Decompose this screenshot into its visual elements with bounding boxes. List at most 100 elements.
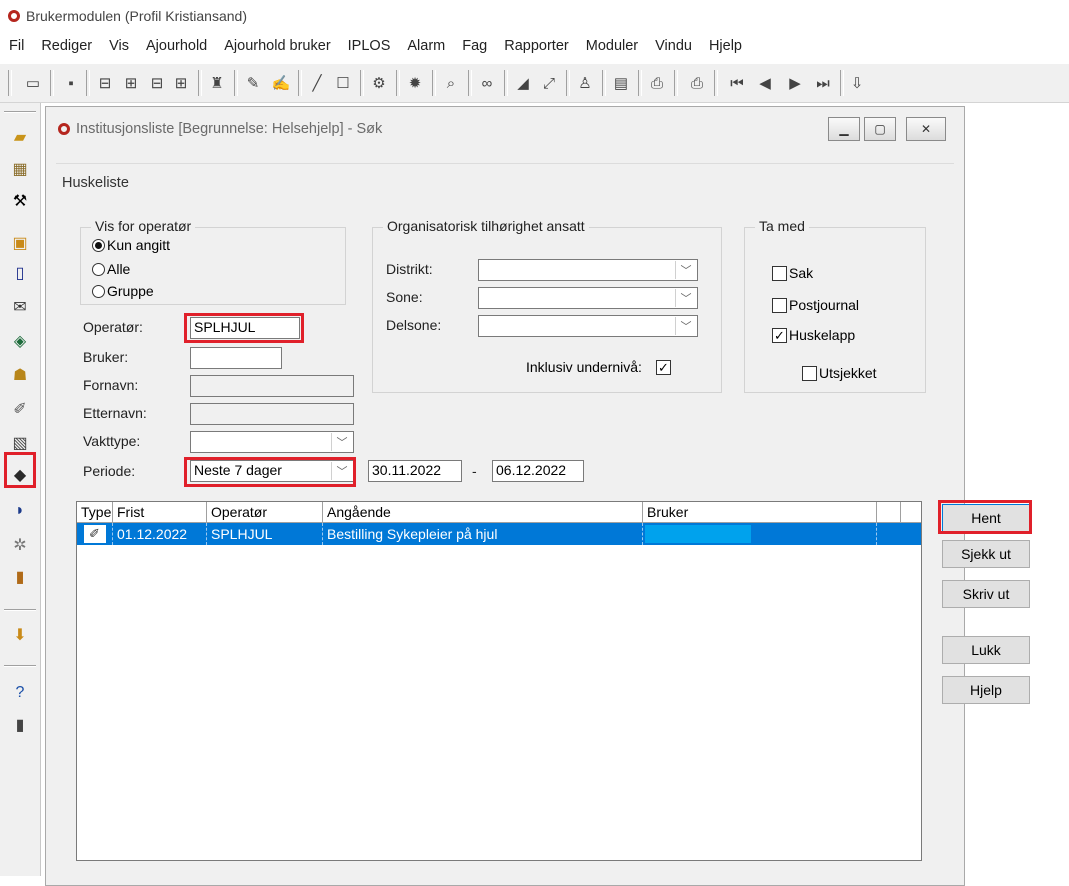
hjelp-button[interactable]: Hjelp [942,676,1030,704]
hent-highlight [938,500,1032,534]
inklusiv-undernivaa-checkbox[interactable]: ✓ Inklusiv undernivå: [526,359,671,375]
result-list[interactable]: Type Frist Operatør Angående Bruker ✐ 01… [76,501,922,861]
exit-door-icon[interactable]: ▮ [8,565,32,589]
menu-alarm[interactable]: Alarm [398,38,453,60]
save-icon[interactable]: ▪ [60,72,82,94]
previous-record-icon[interactable]: ◀ [754,72,776,94]
next-record-icon[interactable]: ▶ [784,72,806,94]
book-icon[interactable]: ◈ [8,329,32,353]
lukk-button-label: Lukk [971,642,1001,658]
binoculars-icon[interactable]: ∞ [476,72,498,94]
radio-alle[interactable]: Alle [92,261,130,277]
maximize-button[interactable]: ▢ [864,117,896,141]
column-header-bruker[interactable]: Bruker [643,502,877,522]
skriv-ut-button[interactable]: Skriv ut [942,580,1030,608]
syringe-icon[interactable]: ⤢ [538,72,560,94]
transfer-icon[interactable]: ◗ [8,499,32,523]
tree-next-icon[interactable]: ⊞ [120,72,142,94]
help-icon[interactable]: ? [8,681,32,705]
lukk-button[interactable]: Lukk [942,636,1030,664]
delsone-combo[interactable]: ﹀ [478,315,698,337]
lightbulb-icon[interactable]: ✹ [404,72,426,94]
download-icon[interactable]: ⇩ [846,72,868,94]
menu-iplos[interactable]: IPLOS [339,38,399,60]
user-card-icon[interactable]: ☗ [8,363,32,387]
calendar-icon[interactable]: ▦ [8,157,32,181]
utsjekket-checkbox[interactable]: Utsjekket [802,365,877,381]
menu-rapporter[interactable]: Rapporter [495,38,576,60]
huskelapp-checkbox[interactable]: ✓ Huskelapp [772,327,855,343]
chevron-down-icon[interactable]: ﹀ [331,433,352,451]
tree-forward-icon[interactable]: ⊞ [170,72,192,94]
open-folder-icon[interactable]: ▭ [22,72,44,94]
microscope-icon[interactable]: ♙ [574,72,596,94]
tree-collapse-icon[interactable]: ⊟ [146,72,168,94]
column-header-angaende[interactable]: Angående [323,502,643,522]
toolbar-separator [234,70,238,96]
checkbox-checked-icon: ✓ [772,327,787,343]
periode-label: Periode: [83,463,136,479]
sone-combo[interactable]: ﹀ [478,287,698,309]
vakttype-combo[interactable]: ﹀ [190,431,354,453]
table-row[interactable]: ✐ 01.12.2022 SPLHJUL Bestilling Sykeplei… [77,523,921,545]
distrikt-combo[interactable]: ﹀ [478,259,698,281]
search-icon[interactable]: ⌕ [440,72,462,94]
signature-icon[interactable]: ✍ [270,72,292,94]
sjekk-ut-button[interactable]: Sjekk ut [942,540,1030,568]
print-icon[interactable]: ⎙ [646,72,668,94]
first-record-icon[interactable]: ⏮ [726,72,748,94]
menu-fil[interactable]: Fil [0,38,32,60]
chevron-down-icon[interactable]: ﹀ [675,289,696,307]
menu-hjelp[interactable]: Hjelp [700,38,750,60]
menu-vindu[interactable]: Vindu [646,38,700,60]
print-preview-icon[interactable]: ⎙ [686,72,708,94]
column-header-extra [877,502,901,522]
folder-icon[interactable]: ▣ [8,231,32,255]
subtitle: Huskeliste [62,175,129,191]
menu-moduler[interactable]: Moduler [577,38,646,60]
column-header-type[interactable]: Type [77,502,113,522]
column-header-operator[interactable]: Operatør [207,502,323,522]
date-from-field[interactable]: 30.11.2022 [368,460,462,482]
pin-icon[interactable]: ✐ [8,397,32,421]
chevron-down-icon[interactable]: ﹀ [675,261,696,279]
fornavn-label: Fornavn: [83,377,139,393]
postjournal-checkbox[interactable]: Postjournal [772,297,859,313]
chevron-down-icon[interactable]: ﹀ [675,317,696,335]
date-to-field[interactable]: 06.12.2022 [492,460,584,482]
fornavn-field[interactable] [190,375,354,397]
open-folder-icon[interactable]: ▰ [8,125,32,149]
menu-rediger[interactable]: Rediger [32,38,100,60]
tree-expand-icon[interactable]: ⊟ [94,72,116,94]
eraser-icon[interactable]: ◢ [512,72,534,94]
gear-icon[interactable]: ✲ [8,533,32,557]
notepad-icon[interactable]: ▤ [610,72,632,94]
lock-icon[interactable]: ♜ [206,72,228,94]
close-button[interactable]: ✕ [906,117,946,141]
sak-checkbox[interactable]: Sak [772,265,813,281]
form-icon[interactable]: ☐ [332,72,354,94]
menu-fag[interactable]: Fag [453,38,495,60]
radio-gruppe[interactable]: Gruppe [92,283,154,299]
toolbar-separator [674,70,678,96]
bruker-field[interactable] [190,347,282,369]
toolbar: ▭ ▪ ⊟ ⊞ ⊟ ⊞ ♜ ✎ ✍ ╱ ☐ ⚙ ✹ ⌕ ∞ ◢ ⤢ ♙ ▤ ⎙ … [0,64,1069,103]
mail-icon[interactable]: ✉ [8,295,32,319]
clipboard-icon[interactable]: ▯ [8,261,32,285]
last-record-icon[interactable]: ⏭ [812,72,834,94]
toolbar-separator [638,70,642,96]
settings-icon[interactable]: ⚙ [368,72,390,94]
line-icon[interactable]: ╱ [306,72,328,94]
pen-icon[interactable]: ✎ [242,72,264,94]
radio-kun-angitt[interactable]: Kun angitt [92,237,170,253]
menu-ajourhold-bruker[interactable]: Ajourhold bruker [215,38,338,60]
etternavn-field[interactable] [190,403,354,425]
tools-icon[interactable]: ⚒ [8,189,32,213]
manual-icon[interactable]: ▮ [8,713,32,737]
radio-kun-angitt-label: Kun angitt [107,237,171,253]
import-icon[interactable]: ⬇ [8,623,32,647]
column-header-frist[interactable]: Frist [113,502,207,522]
minimize-button[interactable]: ▁ [828,117,860,141]
menu-ajourhold[interactable]: Ajourhold [137,38,215,60]
menu-vis[interactable]: Vis [100,38,137,60]
